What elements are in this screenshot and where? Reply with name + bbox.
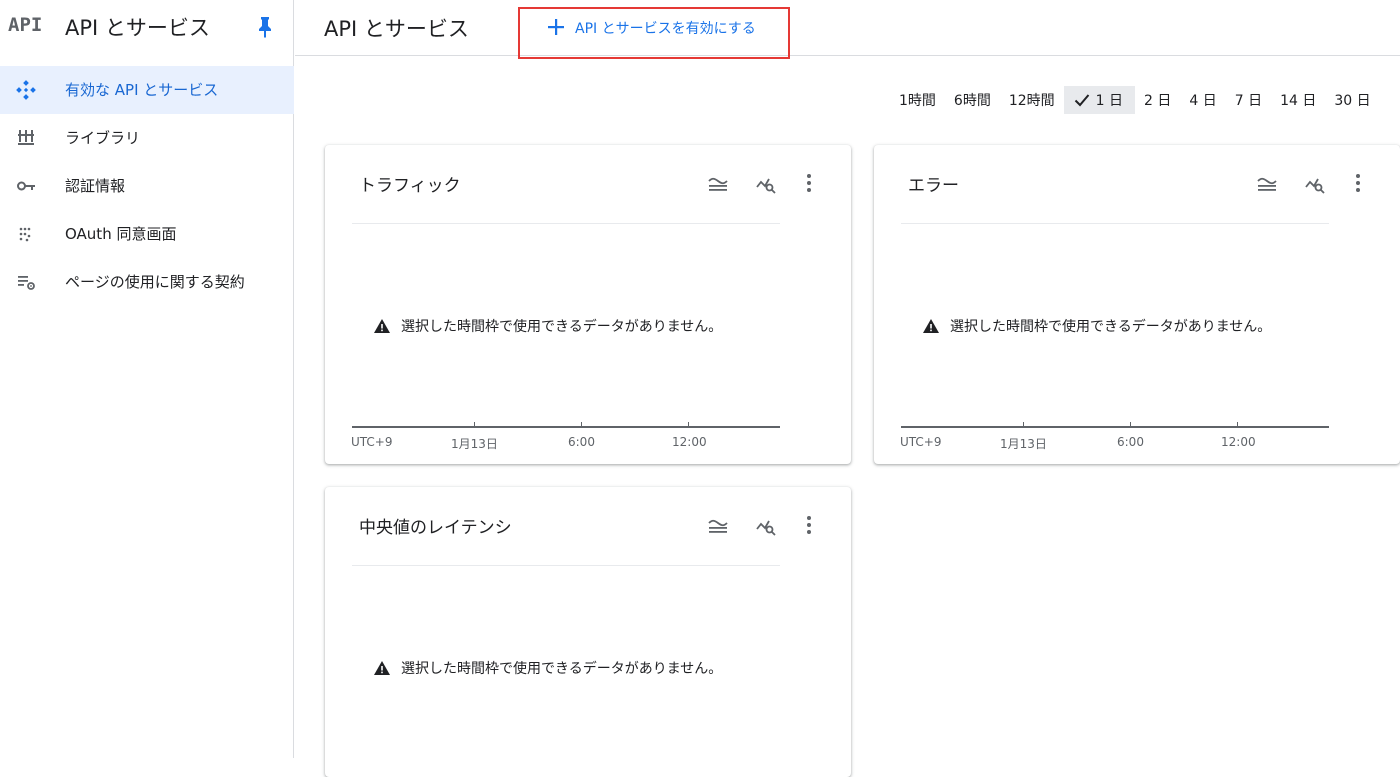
- time-range-label: 4 日: [1189, 93, 1217, 109]
- x-axis-line: [352, 426, 780, 428]
- time-range-label: 2 日: [1144, 93, 1172, 109]
- library-icon: [18, 130, 34, 145]
- sidebar-item-label: 有効な API とサービス: [65, 81, 219, 99]
- no-data-text: 選択した時間枠で使用できるデータがありません。: [401, 661, 723, 677]
- card-divider: [352, 565, 780, 566]
- page-title: API とサービス: [324, 17, 469, 41]
- axis-tick: [1237, 422, 1238, 428]
- more-vert-icon[interactable]: [803, 173, 815, 195]
- axis-timezone-label: UTC+9: [351, 435, 393, 449]
- axis-tick: [474, 422, 475, 428]
- card-title: エラー: [908, 176, 959, 196]
- no-data-message: 選択した時間枠で使用できるデータがありません。: [922, 316, 1271, 336]
- time-range-label: 6時間: [953, 93, 991, 109]
- enable-apis-button[interactable]: API とサービスを有効にする: [518, 7, 790, 59]
- time-range-label: 1 日: [1095, 93, 1124, 109]
- time-range-label: 12時間: [1008, 93, 1055, 109]
- explore-chart-icon[interactable]: [755, 515, 777, 537]
- explore-chart-icon[interactable]: [755, 173, 777, 195]
- time-range-label: 1時間: [899, 93, 936, 109]
- time-range-label: 14 日: [1280, 93, 1317, 109]
- time-range-4d[interactable]: 4 日: [1180, 86, 1225, 114]
- time-range-14d[interactable]: 14 日: [1271, 86, 1325, 114]
- axis-timezone-label: UTC+9: [900, 435, 942, 449]
- axis-tick-label: 6:00: [1117, 435, 1144, 449]
- card-toolbar: [707, 173, 815, 195]
- check-icon: [1074, 94, 1089, 107]
- axis-tick-label: 6:00: [568, 435, 595, 449]
- sidebar-item-oauth[interactable]: OAuth 同意画面: [0, 210, 294, 258]
- sidebar-item-library[interactable]: ライブラリ: [0, 114, 294, 162]
- legend-toggle-icon[interactable]: [1256, 173, 1278, 195]
- top-bar: API とサービス API とサービスを有効にする: [295, 0, 1400, 59]
- api-logo: API: [8, 14, 43, 36]
- warning-icon: [374, 319, 390, 333]
- axis-tick-label: 1月13日: [451, 437, 498, 451]
- time-range-1h[interactable]: 1時間: [890, 86, 945, 114]
- card-divider: [352, 223, 780, 224]
- time-range-30d[interactable]: 30 日: [1325, 86, 1379, 114]
- legend-toggle-icon[interactable]: [707, 173, 729, 195]
- sidebar-item-credentials[interactable]: 認証情報: [0, 162, 294, 210]
- axis-tick: [581, 422, 582, 428]
- x-axis-line: [901, 426, 1329, 428]
- sidebar-item-label: ページの使用に関する契約: [65, 273, 245, 291]
- list-settings-icon: [18, 276, 35, 290]
- no-data-message: 選択した時間枠で使用できるデータがありません。: [373, 316, 722, 336]
- card-title: 中央値のレイテンシ: [359, 518, 512, 538]
- sidebar-item-label: OAuth 同意画面: [65, 225, 177, 243]
- more-vert-icon[interactable]: [1352, 173, 1364, 195]
- axis-tick: [1130, 422, 1131, 428]
- sidebar-nav: 有効な API とサービス ライブラリ 認証情報 OAuth 同意画面 ページの…: [0, 66, 294, 306]
- plus-icon: [548, 19, 564, 35]
- axis-tick-label: 12:00: [672, 435, 707, 449]
- time-range-2d[interactable]: 2 日: [1135, 86, 1180, 114]
- time-range-7d[interactable]: 7 日: [1226, 86, 1271, 114]
- time-range-label: 7 日: [1234, 93, 1263, 109]
- sidebar-item-label: ライブラリ: [65, 129, 141, 147]
- axis-tick: [688, 422, 689, 428]
- pin-icon[interactable]: [256, 16, 274, 38]
- time-range-1d[interactable]: 1 日: [1063, 86, 1136, 114]
- time-range-selector: 1時間 6時間 12時間 1 日 2 日 4 日 7 日 14 日 30 日: [890, 86, 1380, 114]
- sidebar: API API とサービス 有効な API とサービス ライブラリ 認証情報 O…: [0, 0, 294, 758]
- axis-tick-label: 12:00: [1221, 435, 1256, 449]
- latency-card: 中央値のレイテンシ 選択した時間枠で使用できるデータがありません。: [325, 487, 851, 777]
- no-data-text: 選択した時間枠で使用できるデータがありません。: [950, 319, 1272, 335]
- time-range-6h[interactable]: 6時間: [945, 86, 1000, 114]
- key-icon: [17, 181, 35, 191]
- sidebar-item-enabled-apis[interactable]: 有効な API とサービス: [0, 66, 294, 114]
- enable-apis-label: API とサービスを有効にする: [575, 21, 756, 37]
- errors-card: エラー 選択した時間枠で使用できるデータがありません。 UTC+9 1月13日 …: [874, 145, 1400, 464]
- no-data-text: 選択した時間枠で使用できるデータがありません。: [401, 319, 723, 335]
- legend-toggle-icon[interactable]: [707, 515, 729, 537]
- sidebar-title: API とサービス: [65, 16, 210, 40]
- sidebar-header: API API とサービス: [0, 0, 293, 56]
- sidebar-item-page-usage-agreements[interactable]: ページの使用に関する契約: [0, 258, 294, 306]
- time-range-12h[interactable]: 12時間: [1000, 86, 1064, 114]
- warning-icon: [374, 661, 390, 675]
- axis-tick-label: 1月13日: [1000, 437, 1047, 451]
- api-diamond-icon: [16, 80, 36, 100]
- traffic-card: トラフィック 選択した時間枠で使用できるデータがありません。 UTC+9 1月1…: [325, 145, 851, 464]
- card-toolbar: [707, 515, 815, 537]
- warning-icon: [923, 319, 939, 333]
- no-data-message: 選択した時間枠で使用できるデータがありません。: [373, 658, 722, 678]
- card-divider: [901, 223, 1329, 224]
- card-toolbar: [1256, 173, 1364, 195]
- explore-chart-icon[interactable]: [1304, 173, 1326, 195]
- oauth-dots-icon: [19, 227, 31, 242]
- axis-tick: [1023, 422, 1024, 428]
- more-vert-icon[interactable]: [803, 515, 815, 537]
- card-title: トラフィック: [359, 176, 461, 196]
- sidebar-item-label: 認証情報: [65, 177, 126, 195]
- time-range-label: 30 日: [1334, 93, 1371, 109]
